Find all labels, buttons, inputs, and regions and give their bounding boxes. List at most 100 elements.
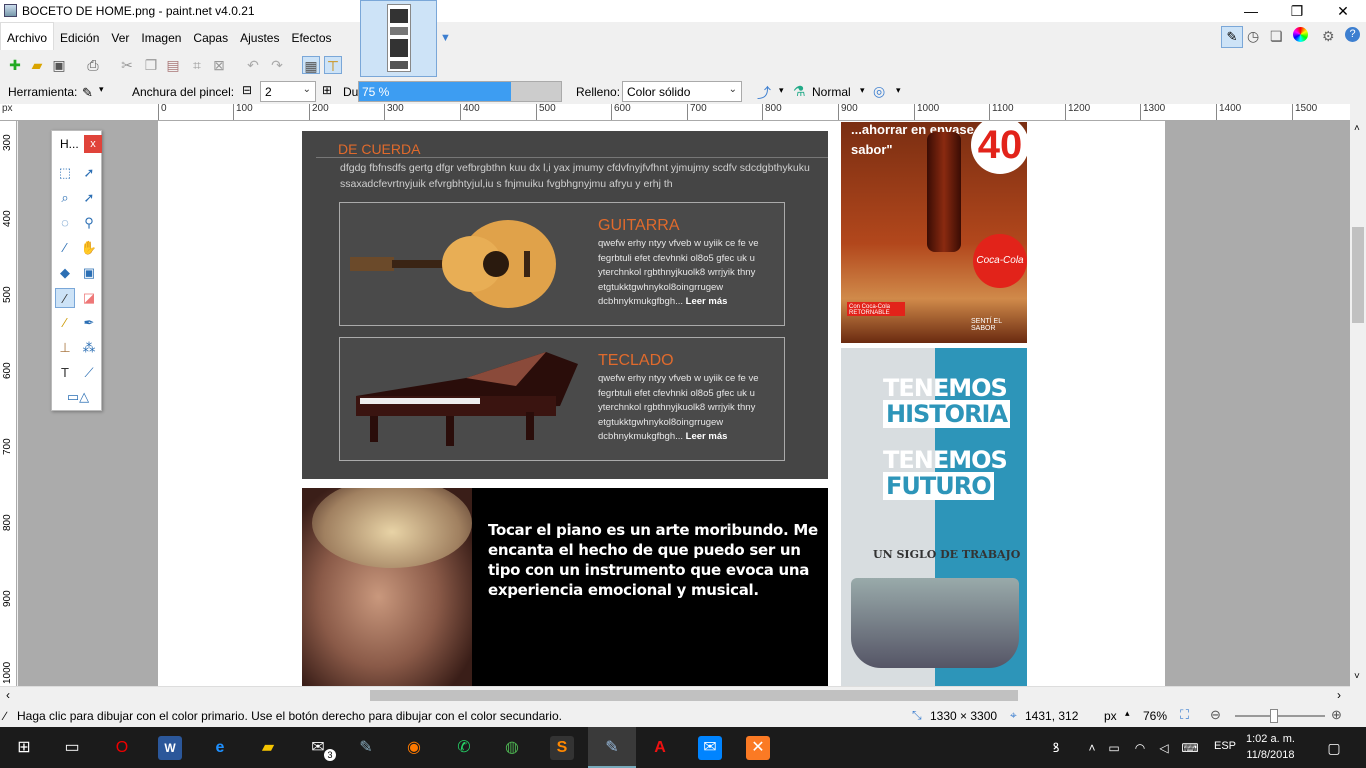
open-icon[interactable]: ▰ (28, 56, 46, 74)
move-selection-icon[interactable]: ➚ (79, 188, 99, 208)
line-curve-icon[interactable]: ⟋ (79, 363, 99, 383)
gradient-icon[interactable]: ▣ (79, 263, 99, 283)
eraser-icon[interactable]: ◪ (79, 288, 99, 308)
tools-window-close-button[interactable]: x (84, 135, 102, 153)
scroll-up-icon[interactable]: ˄ (1354, 123, 1360, 134)
menu-imagen[interactable]: Imagen (135, 23, 187, 45)
vertical-scrollbar[interactable]: ˄ ˅ (1350, 121, 1366, 686)
pencil-icon[interactable]: ∕ (55, 313, 75, 333)
xampp-icon[interactable]: ✕ (746, 736, 770, 760)
menu-capas[interactable]: Capas (187, 23, 234, 45)
menu-archivo[interactable]: Archivo (0, 22, 55, 50)
scroll-right-icon[interactable]: › (1337, 688, 1341, 702)
task-view-icon[interactable]: ▭ (60, 736, 84, 760)
cut-icon[interactable]: ✂ (118, 56, 136, 74)
paste-icon[interactable]: ▤ (164, 56, 182, 74)
recolor-icon[interactable]: ⁂ (79, 338, 99, 358)
word-icon[interactable]: W (158, 736, 182, 760)
grid-icon[interactable]: ▦ (302, 56, 320, 74)
antialiasing-icon[interactable]: ⤴ (757, 83, 771, 103)
zoom-in-icon[interactable]: ⊕ (1331, 707, 1342, 723)
network-icon[interactable]: ▭ (1102, 736, 1126, 760)
keyboard-icon[interactable]: ⌨ (1178, 736, 1202, 760)
acrobat-icon[interactable]: A (648, 736, 672, 760)
paintnet-icon[interactable]: ✎ (600, 736, 624, 760)
brush-width-select[interactable]: 2 ⌄ (260, 81, 316, 102)
clock[interactable]: 1:02 a. m. 11/8/2018 (1246, 731, 1295, 763)
units-selector[interactable]: px (1104, 709, 1117, 723)
volume-icon[interactable]: ◁ (1152, 736, 1176, 760)
crop-icon[interactable]: ⌗ (188, 56, 206, 74)
menu-ver[interactable]: Ver (105, 23, 135, 45)
copy-icon[interactable]: ❐ (142, 56, 160, 74)
tray-expand-icon[interactable]: ˄ (1080, 736, 1104, 760)
file-explorer-icon[interactable]: ▰ (256, 736, 280, 760)
color-picker-icon[interactable]: ✒ (79, 313, 99, 333)
pan-icon[interactable]: ✋ (79, 238, 99, 258)
firefox-icon[interactable]: ◉ (402, 736, 426, 760)
paint-bucket-icon[interactable]: ◆ (55, 263, 75, 283)
save-icon[interactable]: ▣ (50, 56, 68, 74)
tab-dropdown-icon[interactable]: ▼ (440, 32, 451, 44)
language-indicator[interactable]: ESP (1214, 740, 1236, 752)
antialiasing-dropdown-icon[interactable]: ▾ (779, 85, 784, 96)
zoom-level[interactable]: 76% (1143, 709, 1167, 723)
menu-efectos[interactable]: Efectos (285, 23, 337, 45)
chrome-icon[interactable]: ◍ (500, 736, 524, 760)
undo-icon[interactable]: ↶ (244, 56, 262, 74)
colors-icon[interactable] (1293, 27, 1308, 42)
blend-dropdown-icon[interactable]: ▾ (860, 85, 865, 96)
deselect-icon[interactable]: ⊠ (210, 56, 228, 74)
paint-icon[interactable]: ✎ (354, 736, 378, 760)
increase-width-icon[interactable]: ⊞ (322, 83, 332, 97)
whatsapp-icon[interactable]: ✆ (452, 736, 476, 760)
tool-dropdown-icon[interactable]: ▾ (99, 84, 104, 95)
scroll-down-icon[interactable]: ˅ (1354, 671, 1360, 682)
lasso-select-icon[interactable]: ⌕ (55, 188, 75, 208)
zoom-icon[interactable]: ⚲ (79, 213, 99, 233)
minimize-button[interactable]: — (1228, 0, 1274, 22)
redo-icon[interactable]: ↷ (268, 56, 286, 74)
sublime-icon[interactable]: S (550, 736, 574, 760)
units-dropdown-icon[interactable]: ▴ (1125, 708, 1130, 719)
wifi-icon[interactable]: ◠ (1128, 736, 1152, 760)
menu-edicion[interactable]: Edición (54, 23, 105, 45)
decrease-width-icon[interactable]: ⊟ (242, 83, 252, 97)
app-icon[interactable] (4, 4, 17, 17)
ellipse-select-icon[interactable]: ◌ (55, 213, 75, 233)
tools-window-icon[interactable]: ✎ (1221, 26, 1243, 48)
ruler-icon[interactable]: ⊤ (324, 56, 342, 74)
paintbrush-tool-icon[interactable]: ✎ (82, 85, 93, 101)
horizontal-scrollbar[interactable]: ‹ › (0, 686, 1350, 703)
messenger-icon[interactable]: ✉ (698, 736, 722, 760)
zoom-slider-thumb[interactable] (1270, 709, 1278, 723)
selection-dropdown-icon[interactable]: ▾ (896, 85, 901, 96)
settings-icon[interactable]: ⚙ (1322, 28, 1335, 45)
move-selected-icon[interactable]: ➚ (79, 163, 99, 183)
paintbrush-icon[interactable]: ∕ (55, 288, 75, 308)
selection-mode-icon[interactable]: ◎ (873, 83, 885, 100)
text-icon[interactable]: T (55, 363, 75, 383)
vertical-scroll-thumb[interactable] (1352, 227, 1364, 323)
blend-mode-value[interactable]: Normal (812, 85, 851, 99)
edge-icon[interactable]: e (208, 736, 232, 760)
menu-ajustes[interactable]: Ajustes (234, 23, 285, 45)
maximize-button[interactable]: ❐ (1274, 0, 1320, 22)
opera-icon[interactable]: O (110, 736, 134, 760)
scroll-left-icon[interactable]: ‹ (6, 688, 10, 702)
magic-wand-icon[interactable]: ⁄ (55, 238, 75, 258)
history-icon[interactable]: ◷ (1247, 28, 1259, 45)
fill-select[interactable]: Color sólido ⌄ (622, 81, 742, 102)
zoom-slider[interactable] (1235, 715, 1325, 717)
new-icon[interactable]: ✚ (6, 56, 24, 74)
rectangle-select-icon[interactable]: ⬚ (55, 163, 75, 183)
shapes-icon[interactable]: ▭△ (62, 387, 94, 407)
layers-icon[interactable]: ❏ (1270, 28, 1283, 45)
blend-mode-icon[interactable]: ⚗ (793, 83, 806, 100)
hardness-slider[interactable]: 75 % (358, 81, 562, 102)
start-icon[interactable]: ⊞ (12, 736, 36, 760)
print-icon[interactable]: ⎙ (84, 56, 102, 74)
notifications-icon[interactable]: ▢ (1322, 736, 1346, 760)
people-icon[interactable]: ꝸ (1044, 736, 1068, 760)
clone-stamp-icon[interactable]: ⊥ (55, 338, 75, 358)
